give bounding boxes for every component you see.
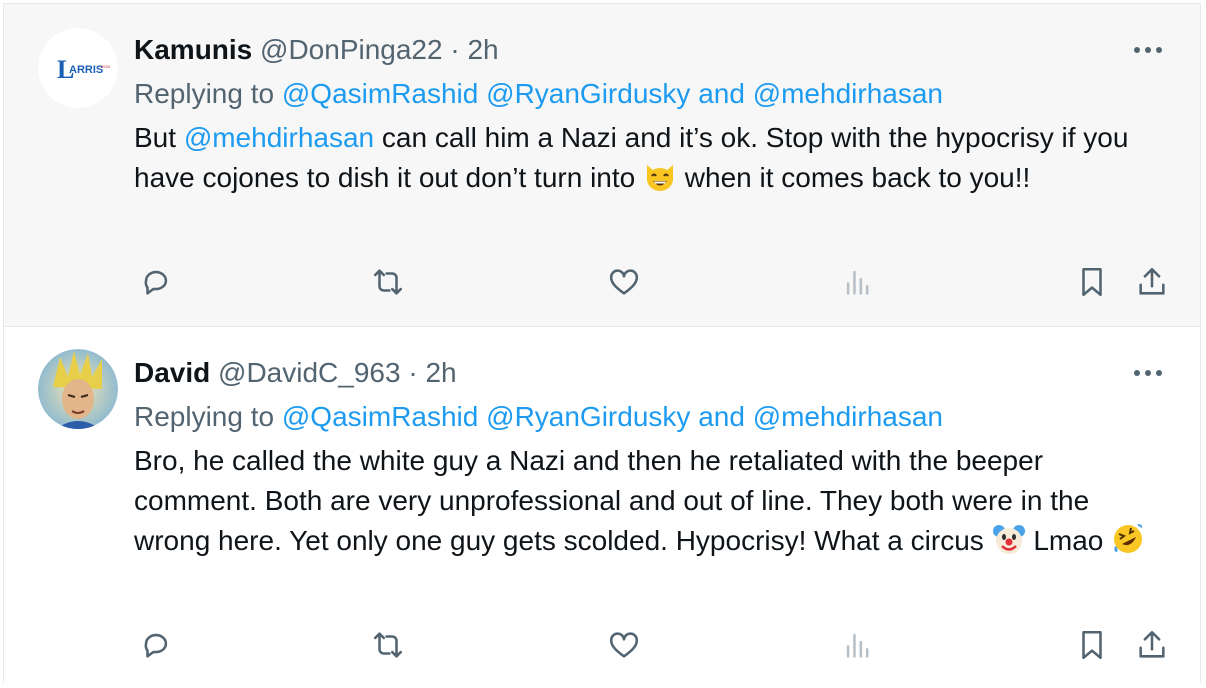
text-segment: Bro, he called the white guy a Nazi and …	[134, 445, 1090, 556]
grinning-cat-emoji	[643, 159, 677, 193]
display-name[interactable]: David	[134, 357, 210, 388]
like-icon[interactable]	[604, 262, 644, 302]
reply-icon[interactable]	[136, 262, 176, 302]
retweet-icon[interactable]	[368, 262, 408, 302]
replying-to: Replying to @QasimRashid @RyanGirdusky a…	[134, 399, 1170, 435]
clown-face-emoji	[992, 522, 1026, 556]
handle[interactable]: @DavidC_963	[218, 357, 401, 388]
mention-link[interactable]: @QasimRashid	[282, 401, 478, 432]
tweet[interactable]: L ARRIS 2024 Kamunis @DonPinga22 · 2h Re…	[4, 4, 1200, 326]
mention-link[interactable]: @mehdirhasan	[184, 122, 374, 153]
avatar[interactable]	[38, 349, 118, 429]
mention-link[interactable]: @QasimRashid	[282, 78, 478, 109]
display-name[interactable]: Kamunis	[134, 34, 252, 65]
share-icon[interactable]	[1132, 262, 1172, 302]
views-icon[interactable]	[838, 262, 878, 302]
views-icon[interactable]	[838, 625, 878, 665]
replying-prefix: Replying to	[134, 78, 275, 109]
handle[interactable]: @DonPinga22	[260, 34, 443, 65]
more-icon[interactable]	[1128, 38, 1168, 62]
tweet-header: David @DavidC_963 · 2h	[134, 355, 1170, 391]
reply-icon[interactable]	[136, 625, 176, 665]
text-segment: But	[134, 122, 184, 153]
retweet-icon[interactable]	[368, 625, 408, 665]
tweet-header: Kamunis @DonPinga22 · 2h	[134, 32, 1170, 68]
bookmark-icon[interactable]	[1072, 625, 1112, 665]
timestamp[interactable]: 2h	[425, 357, 456, 388]
tweet-text: But @mehdirhasan can call him a Nazi and…	[134, 118, 1172, 198]
text-segment: Lmao	[1025, 525, 1112, 556]
text-segment: when it comes back to you!!	[677, 162, 1031, 193]
tweet[interactable]: David @DavidC_963 · 2h Replying to @Qasi…	[4, 326, 1200, 684]
separator: ·	[408, 357, 418, 388]
tweet-actions	[4, 262, 1200, 302]
svg-text:2024: 2024	[101, 64, 111, 69]
tweet-text: Bro, he called the white guy a Nazi and …	[134, 441, 1172, 561]
replying-to: Replying to @QasimRashid @RyanGirdusky a…	[134, 76, 1170, 112]
replying-and[interactable]: and	[698, 78, 745, 109]
separator: ·	[450, 34, 460, 65]
rolling-laughing-emoji	[1111, 522, 1145, 556]
more-icon[interactable]	[1128, 361, 1168, 385]
avatar[interactable]: L ARRIS 2024	[38, 28, 118, 108]
bookmark-icon[interactable]	[1072, 262, 1112, 302]
mention-link[interactable]: @RyanGirdusky	[486, 78, 690, 109]
replying-and[interactable]: and	[698, 401, 745, 432]
mention-link[interactable]: @mehdirhasan	[753, 401, 943, 432]
svg-text:ARRIS: ARRIS	[69, 64, 103, 76]
like-icon[interactable]	[604, 625, 644, 665]
reply-thread: L ARRIS 2024 Kamunis @DonPinga22 · 2h Re…	[3, 3, 1201, 684]
timestamp[interactable]: 2h	[467, 34, 498, 65]
replying-prefix: Replying to	[134, 401, 275, 432]
tweet-actions	[4, 625, 1200, 665]
share-icon[interactable]	[1132, 625, 1172, 665]
mention-link[interactable]: @RyanGirdusky	[486, 401, 690, 432]
mention-link[interactable]: @mehdirhasan	[753, 78, 943, 109]
